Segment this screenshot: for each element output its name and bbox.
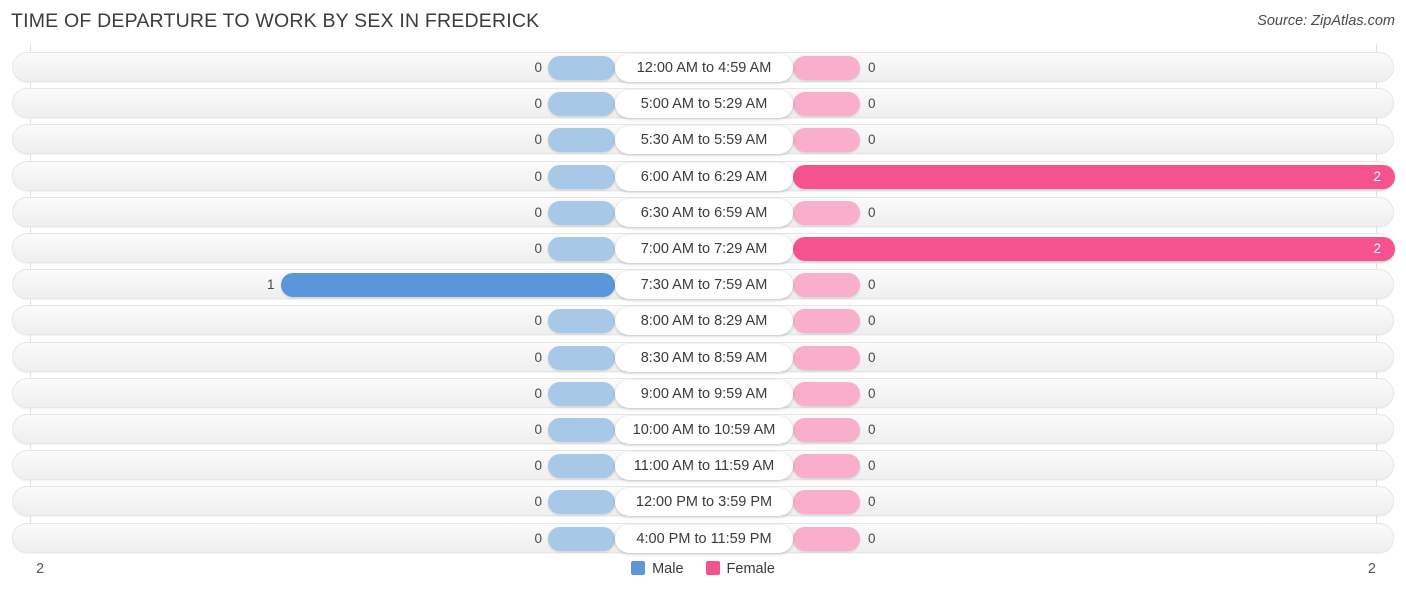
bar-female[interactable]	[793, 309, 860, 334]
legend-swatch-icon	[705, 561, 720, 575]
bar-male[interactable]	[548, 490, 615, 515]
bar-male[interactable]	[548, 128, 615, 153]
value-label-male: 0	[534, 458, 542, 474]
source-attribution: Source: ZipAtlas.com	[1257, 13, 1395, 29]
value-label-female: 0	[868, 494, 876, 510]
category-label[interactable]: 9:00 AM to 9:59 AM	[615, 379, 793, 408]
chart-row: 1 0 7:30 AM to 7:59 AM	[12, 269, 1394, 300]
category-label[interactable]: 6:00 AM to 6:29 AM	[615, 162, 793, 191]
chart-row: 0 0 12:00 PM to 3:59 PM	[12, 486, 1394, 517]
category-label[interactable]: 5:00 AM to 5:29 AM	[615, 90, 793, 119]
bar-female[interactable]	[793, 381, 860, 406]
bar-male[interactable]	[548, 164, 615, 189]
value-label-female: 0	[868, 313, 876, 329]
chart-row: 0 2 7:00 AM to 7:29 AM	[12, 233, 1395, 263]
value-label-male: 0	[534, 313, 542, 329]
legend-swatch-icon	[631, 561, 646, 575]
bar-male[interactable]	[280, 273, 615, 298]
chart-row: 0 0 10:00 AM to 10:59 AM	[12, 414, 1394, 444]
bar-female[interactable]	[793, 526, 860, 551]
bar-female[interactable]	[793, 237, 1395, 261]
bar-male[interactable]	[548, 418, 615, 442]
bar-male[interactable]	[548, 526, 615, 551]
bar-male[interactable]	[548, 309, 615, 334]
value-label-female: 0	[868, 132, 876, 148]
value-label-female: 0	[868, 385, 876, 401]
bar-male[interactable]	[548, 237, 615, 261]
value-label-male: 0	[534, 204, 542, 220]
value-label-female: 0	[868, 60, 876, 75]
bar-male[interactable]	[548, 454, 615, 479]
value-label-male: 0	[534, 349, 542, 365]
chart-row: 0 0 8:30 AM to 8:59 AM	[12, 341, 1394, 372]
value-label-male: 0	[534, 132, 542, 148]
chart-row: 0 0 5:30 AM to 5:59 AM	[12, 124, 1394, 155]
category-label[interactable]: 12:00 PM to 3:59 PM	[615, 488, 793, 517]
value-label-male: 0	[534, 96, 542, 112]
value-label-male: 0	[534, 60, 542, 75]
value-label-male: 0	[534, 422, 542, 437]
legend-label: Male	[652, 561, 684, 577]
bar-female[interactable]	[793, 92, 860, 117]
bar-female[interactable]	[793, 200, 860, 225]
value-label-male: 1	[266, 277, 275, 293]
chart-row: 0 0 5:00 AM to 5:29 AM	[12, 88, 1394, 119]
chart-row: 0 0 4:00 PM to 11:59 PM	[12, 522, 1394, 553]
value-label-female: 0	[868, 458, 876, 474]
bar-female[interactable]	[793, 273, 860, 298]
bar-female[interactable]	[793, 418, 860, 442]
category-label[interactable]: 11:00 AM to 11:59 AM	[615, 452, 793, 481]
value-label-female: 0	[868, 530, 876, 546]
chart-plot-area: 0 0 12:00 AM to 4:59 AM 0 0 5:00 AM to 5:29 A…	[0, 44, 1406, 553]
page-title: TIME OF DEPARTURE TO WORK BY SEX IN FRED…	[11, 10, 540, 32]
value-label-female: 0	[868, 422, 876, 437]
chart-row: 0 0 9:00 AM to 9:59 AM	[12, 377, 1394, 408]
bar-male[interactable]	[548, 200, 615, 225]
legend-label: Female	[726, 561, 775, 577]
chart-row: 0 2 6:00 AM to 6:29 AM	[12, 160, 1395, 191]
value-label-female: 2	[1373, 241, 1381, 256]
category-label[interactable]: 4:00 PM to 11:59 PM	[615, 524, 793, 553]
chart-row: 0 0 12:00 AM to 4:59 AM	[12, 52, 1394, 82]
bar-female[interactable]	[793, 490, 860, 515]
value-label-female: 0	[868, 349, 876, 365]
value-label-female: 2	[1373, 168, 1381, 184]
value-label-female: 0	[868, 96, 876, 112]
bar-female[interactable]	[793, 454, 860, 479]
category-label[interactable]: 8:30 AM to 8:59 AM	[615, 343, 793, 372]
bar-male[interactable]	[548, 56, 615, 80]
bar-female[interactable]	[793, 128, 860, 153]
value-label-female: 0	[868, 277, 876, 293]
chart-row: 0 0 11:00 AM to 11:59 AM	[12, 450, 1394, 481]
legend-item-female[interactable]: Female	[705, 561, 775, 577]
bar-female[interactable]	[793, 164, 1395, 189]
legend-item-male[interactable]: Male	[631, 561, 684, 577]
chart-footer: 2 2 Male Female	[0, 552, 1406, 595]
category-label[interactable]: 7:30 AM to 7:59 AM	[615, 271, 793, 300]
value-label-male: 0	[534, 530, 542, 546]
bar-male[interactable]	[548, 345, 615, 370]
chart-header: TIME OF DEPARTURE TO WORK BY SEX IN FRED…	[0, 0, 1406, 44]
bar-male[interactable]	[548, 92, 615, 117]
value-label-female: 0	[868, 204, 876, 220]
chart-legend: Male Female	[0, 561, 1406, 577]
bar-female[interactable]	[793, 345, 860, 370]
value-label-male: 0	[534, 241, 542, 256]
category-label[interactable]: 8:00 AM to 8:29 AM	[615, 307, 793, 336]
value-label-male: 0	[534, 168, 542, 184]
bar-male[interactable]	[548, 381, 615, 406]
category-label[interactable]: 7:00 AM to 7:29 AM	[615, 235, 793, 263]
chart-row: 0 0 6:30 AM to 6:59 AM	[12, 196, 1394, 227]
value-label-male: 0	[534, 494, 542, 510]
category-label[interactable]: 12:00 AM to 4:59 AM	[615, 54, 793, 82]
chart-row: 0 0 8:00 AM to 8:29 AM	[12, 305, 1394, 336]
bar-female[interactable]	[793, 56, 860, 80]
value-label-male: 0	[534, 385, 542, 401]
category-label[interactable]: 6:30 AM to 6:59 AM	[615, 198, 793, 227]
category-label[interactable]: 5:30 AM to 5:59 AM	[615, 126, 793, 155]
category-label[interactable]: 10:00 AM to 10:59 AM	[615, 416, 793, 444]
